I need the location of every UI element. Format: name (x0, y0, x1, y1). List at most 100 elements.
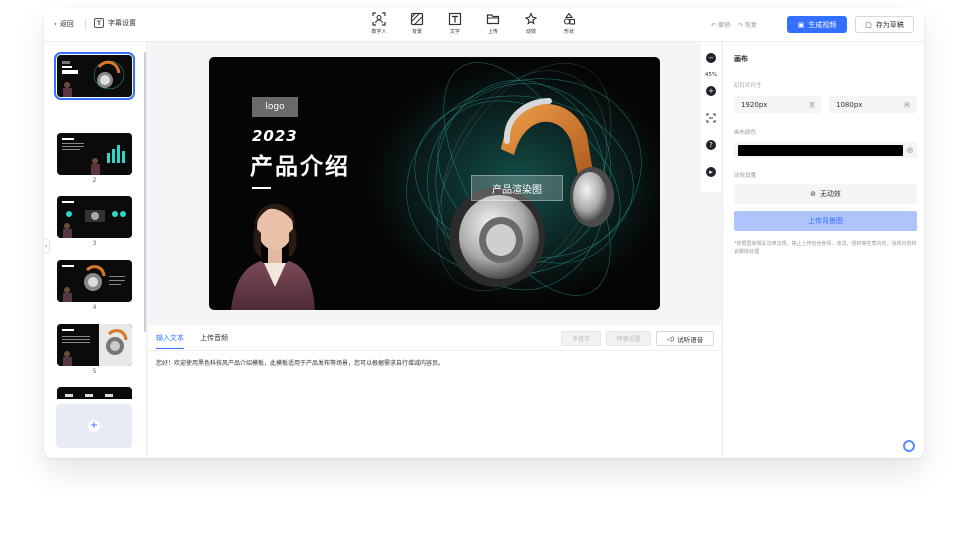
generate-video-label: 生成视频 (808, 20, 837, 29)
slide-list-panel: ⧉ 1 🗑 2 3 (44, 42, 147, 458)
video-icon: ▣ (797, 20, 805, 29)
tool-digital-human[interactable]: 数字人 (360, 12, 398, 35)
tool-shapes[interactable]: 形状 (550, 12, 588, 35)
tool-animation[interactable]: 动效 (512, 12, 550, 35)
add-slide-button[interactable]: + (56, 404, 132, 448)
chevron-left-icon: ‹ (54, 20, 57, 28)
tool-upload[interactable]: 上传 (474, 12, 512, 35)
panel-title: 画布 (734, 55, 748, 63)
back-label: 返回 (59, 20, 74, 28)
history-controls: ↶ 撤销 ↷ 恢复 (711, 20, 757, 29)
tool-label: 形状 (563, 29, 574, 35)
text-icon (448, 12, 462, 26)
tool-label: 上传 (487, 29, 498, 35)
slide-thumbnail[interactable] (57, 196, 132, 238)
assistant-icon[interactable] (903, 440, 915, 452)
undo-icon: ↶ (711, 22, 718, 29)
help-icon[interactable]: ? (706, 140, 716, 150)
subtitle-settings-button[interactable]: T 字幕设置 (94, 18, 136, 28)
width-input[interactable]: 1920px 宽 (734, 96, 822, 113)
redo-icon: ↷ (737, 22, 745, 29)
script-textarea[interactable]: 您好！欢迎使用黑色科技风产品介绍模板，此模板适用于产品发布等场景，您可以根据需求… (156, 358, 444, 367)
script-editor: 输入文本 上传音频 多音字 停顿设置 ◁) 试听语音 您好！欢迎使用黑色科技风产… (148, 325, 721, 458)
slide-thumbnail[interactable] (57, 260, 132, 302)
save-draft-button[interactable]: ▢ 存为草稿 (855, 16, 914, 33)
height-unit: 高 (903, 102, 910, 109)
generate-video-button[interactable]: ▣ 生成视频 (787, 16, 847, 33)
toolbar-divider (85, 19, 86, 30)
slide-2-preview (57, 133, 132, 175)
tool-label: 动效 (525, 29, 536, 35)
folder-upload-icon (486, 14, 500, 25)
draft-icon: ▢ (865, 20, 872, 29)
fit-screen-icon[interactable] (706, 113, 716, 123)
slide-3-preview (57, 196, 132, 238)
tab-upload-audio[interactable]: 上传音频 (200, 333, 228, 349)
back-button[interactable]: ‹ 返回 (54, 19, 74, 29)
height-input[interactable]: 1080px 高 (829, 96, 917, 113)
width-value: 1920px (741, 100, 768, 109)
tab-input-text[interactable]: 输入文本 (156, 333, 184, 349)
slide-number: 4 (92, 304, 97, 311)
slide-number: 3 (92, 240, 97, 247)
listen-voice-label: 试听语音 (677, 335, 704, 344)
upload-notice: *依据国家相关法律法规，禁止上传包含色情、违法、侵权等性质内容，违规内容将会删除… (734, 241, 917, 255)
slide-thumbnail[interactable] (54, 52, 135, 100)
pause-settings-button[interactable]: 停顿设置 (606, 331, 651, 346)
slide-thumbnail[interactable] (57, 133, 132, 175)
zoom-in-icon[interactable]: + (706, 86, 716, 96)
zoom-level: 45% (704, 72, 718, 78)
slide-4-preview (57, 260, 132, 302)
slide-number: 2 (92, 177, 97, 184)
undo-button[interactable]: ↶ 撤销 (711, 20, 730, 29)
save-draft-label: 存为草稿 (875, 20, 904, 29)
properties-panel: 画布 幻灯片尺寸 1920px 宽 1080px 高 画布颜色 ◎ 动效设置 ⊘… (722, 42, 924, 458)
animation-settings-label: 动效设置 (734, 173, 757, 179)
slide-5-preview (57, 324, 132, 366)
slide-canvas[interactable]: logo 2023 产品介绍 产品渲染图 (209, 57, 660, 310)
animation-select[interactable]: ⊘ 无动效 (734, 184, 917, 204)
text-box-icon: T (94, 18, 104, 28)
slide-title[interactable]: 产品介绍 (250, 147, 350, 181)
slide-list-scrollbar[interactable] (144, 52, 146, 332)
width-unit: 宽 (808, 102, 815, 109)
product-render-placeholder[interactable]: 产品渲染图 (471, 175, 563, 201)
listen-voice-button[interactable]: ◁) 试听语音 (656, 331, 714, 346)
insert-tools: 数字人 背景 文字 上传 动效 形状 (360, 12, 588, 35)
subtitle-settings-label: 字幕设置 (108, 19, 136, 27)
slide-size-label: 幻灯片尺寸 (734, 83, 762, 89)
shapes-icon (563, 12, 576, 25)
digital-human-icon (372, 12, 386, 26)
background-icon (410, 12, 424, 26)
slide-artwork (231, 62, 660, 310)
no-animation-icon: ⊘ (810, 190, 816, 198)
logo-placeholder[interactable]: logo (252, 97, 298, 117)
script-tabs: 输入文本 上传音频 (156, 333, 228, 349)
title-underline (252, 187, 271, 189)
slide-thumbnail[interactable] (57, 324, 132, 366)
upload-background-button[interactable]: 上传背景图 (734, 211, 917, 231)
tool-label: 文字 (449, 29, 460, 35)
canvas-color-picker[interactable]: ◎ (734, 142, 917, 158)
zoom-out-icon[interactable]: − (706, 53, 716, 63)
redo-button[interactable]: ↷ 恢复 (738, 20, 757, 29)
collapse-panel-handle[interactable]: › (44, 238, 50, 254)
slide-6-preview (57, 387, 132, 399)
speaker-icon: ◁) (666, 334, 675, 343)
slide-thumbnail[interactable] (57, 387, 132, 399)
sparkle-icon (524, 12, 538, 25)
slide-1-preview (57, 55, 132, 97)
color-swatch[interactable] (738, 144, 903, 156)
tabs-divider (148, 350, 721, 351)
slide-number: 5 (92, 368, 97, 375)
tool-background[interactable]: 背景 (398, 12, 436, 35)
editor-window: ‹ 返回 T 字幕设置 数字人 背景 文字 上传 动效 形状 ↶ 撤销 ↷ 恢复… (44, 8, 924, 458)
slide-year[interactable]: 2023 (252, 127, 298, 145)
tool-text[interactable]: 文字 (436, 12, 474, 35)
tool-label: 背景 (411, 29, 422, 35)
polyphone-button[interactable]: 多音字 (561, 331, 601, 346)
canvas-area: logo 2023 产品介绍 产品渲染图 (148, 42, 700, 325)
eyedropper-icon[interactable]: ◎ (907, 146, 913, 154)
play-preview-icon[interactable]: ▸ (706, 167, 716, 177)
plus-icon: + (88, 420, 100, 432)
